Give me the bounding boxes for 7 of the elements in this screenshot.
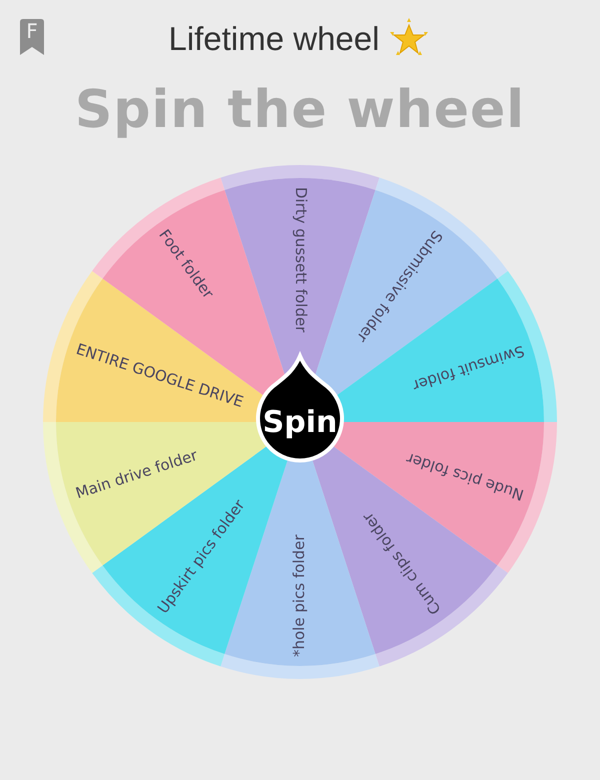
page-title: Lifetime wheel [168, 20, 380, 58]
wheel-heading: Spin the wheel [74, 80, 526, 140]
segment-label: Nude pics folder [404, 449, 526, 504]
segment-label: Main drive folder [73, 446, 200, 502]
segment-label: Dirty gussett folder [292, 187, 310, 332]
spin-button[interactable]: Spin [256, 354, 344, 462]
segment-label: *hole pics folder [290, 534, 308, 657]
